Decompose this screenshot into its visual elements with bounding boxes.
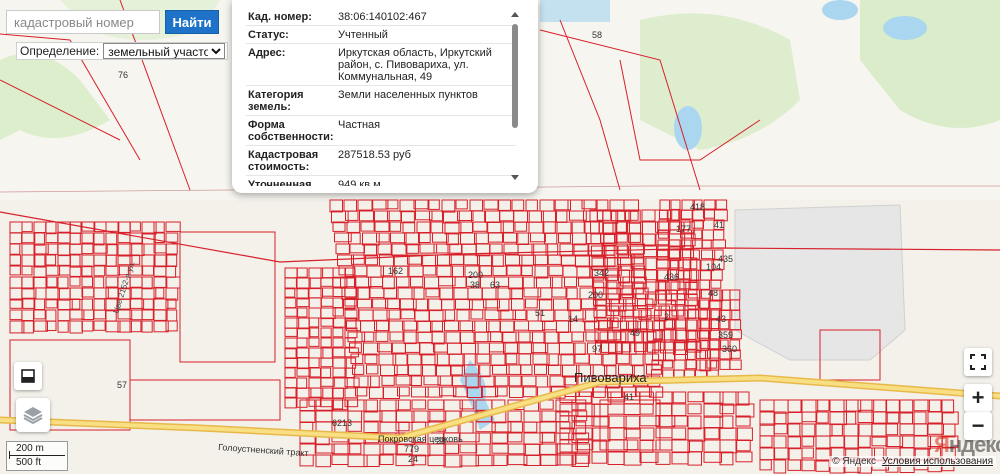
cadastral-search-input[interactable] [6, 10, 160, 34]
search-button[interactable]: Найти [165, 10, 219, 34]
terms-link[interactable]: Условия использования [882, 456, 993, 467]
parcel-number-label: 14 [568, 314, 578, 324]
ruler-icon [21, 369, 35, 383]
info-key: Статус: [248, 29, 289, 41]
scale-metric: 200 m [16, 443, 44, 454]
scroll-up-arrow-icon[interactable] [511, 12, 519, 17]
copyright-text: © Яндекс [832, 456, 876, 467]
info-key: Уточненная площадь: [248, 179, 312, 186]
parcel-number-label: 2 [664, 312, 669, 322]
info-row: Адрес: Иркутская область, Иркутский район… [246, 44, 516, 86]
info-key: Форма собственности: [248, 119, 334, 143]
info-value: Частная [338, 119, 381, 131]
parcel-number-label: 360 [722, 344, 737, 354]
parcel-number-label: 24 [408, 454, 418, 464]
parcel-number-label: 63 [490, 280, 500, 290]
parcel-info-table: Кад. номер: 38:06:140102:467 Статус: Учтенн… [246, 8, 516, 186]
parcel-number-label: 43 [716, 314, 726, 324]
info-row: Уточненная площадь: 949 кв.м [246, 176, 516, 186]
info-row: Кад. номер: 38:06:140102:467 [246, 8, 516, 26]
info-value: 38:06:140102:467 [338, 11, 427, 23]
info-key: Кад. номер: [248, 11, 312, 23]
map-footer: © Яндекс Условия использования [829, 456, 996, 467]
yandex-logo-text: ндекс [948, 432, 1000, 457]
info-row: Статус: Учтенный [246, 26, 516, 44]
info-value: 949 кв.м [338, 179, 381, 186]
parcel-number-label: 76 [118, 70, 128, 80]
scale-imperial: 500 ft [16, 457, 42, 468]
zoom-in-button[interactable]: + [964, 384, 992, 412]
church-label: Покровская церковь [378, 434, 463, 444]
fullscreen-button[interactable] [964, 348, 992, 376]
info-value: Учтенный [338, 29, 388, 41]
info-value: Земли населенных пунктов [338, 89, 478, 101]
scroll-down-arrow-icon[interactable] [511, 175, 519, 180]
parcel-number-label: 435 [718, 254, 733, 264]
info-value: Иркутская область, Иркутский район, с. П… [338, 47, 492, 83]
layers-icon [23, 407, 43, 425]
scale-bar: 200 m 500 ft [6, 441, 68, 471]
scrollbar-thumb[interactable] [512, 24, 518, 128]
parcel-number-label: 779 [404, 444, 419, 454]
parcel-number-label: 342 [594, 268, 609, 278]
parcel-number-label: 177 [676, 224, 691, 234]
info-key: Кадастровая стоимость: [248, 149, 319, 173]
popup-scrollbar[interactable] [509, 8, 523, 184]
parcel-number-label: 200 [588, 290, 603, 300]
parcel-number-label: 41 [624, 392, 634, 402]
parcel-number-label: 48 [708, 288, 718, 298]
parcel-info-popup: Кад. номер: 38:06:140102:467 Статус: Учтенн… [232, 0, 538, 193]
parcel-number-label: 49 [630, 328, 640, 338]
parcel-number-label: 6213 [332, 418, 352, 428]
parcel-number-label: 359 [718, 330, 733, 340]
definition-row: Определение: земельный участок [16, 42, 229, 60]
parcel-number-label: 162 [388, 266, 403, 276]
parcel-number-label: 41 [714, 220, 724, 230]
parcel-number-label: 97 [592, 344, 602, 354]
parcel-number-label: 436 [664, 272, 679, 282]
info-key: Категория земель: [248, 89, 304, 113]
parcel-number-label: 57 [117, 380, 127, 390]
parcel-number-label: 58 [592, 30, 602, 40]
layers-button[interactable] [16, 398, 50, 432]
info-row: Категория земель: Земли населенных пункто… [246, 86, 516, 116]
yandex-logo: Яндекс [934, 432, 1000, 458]
info-key: Адрес: [248, 47, 286, 59]
info-value: 287518.53 руб [338, 149, 411, 161]
info-row: Форма собственности: Частная [246, 116, 516, 146]
info-row: Кадастровая стоимость: 287518.53 руб [246, 146, 516, 176]
ruler-button[interactable] [14, 362, 42, 390]
fullscreen-icon [970, 354, 986, 370]
definition-select[interactable]: земельный участок [103, 43, 226, 59]
parcel-number-label: 200 [468, 270, 483, 280]
parcel-number-label: 51 [535, 308, 545, 318]
definition-label: Определение: [20, 44, 100, 58]
settlement-label: Пивовариха [574, 370, 647, 385]
parcel-number-label: 38 [470, 280, 480, 290]
parcel-number-label: 418 [690, 202, 705, 212]
